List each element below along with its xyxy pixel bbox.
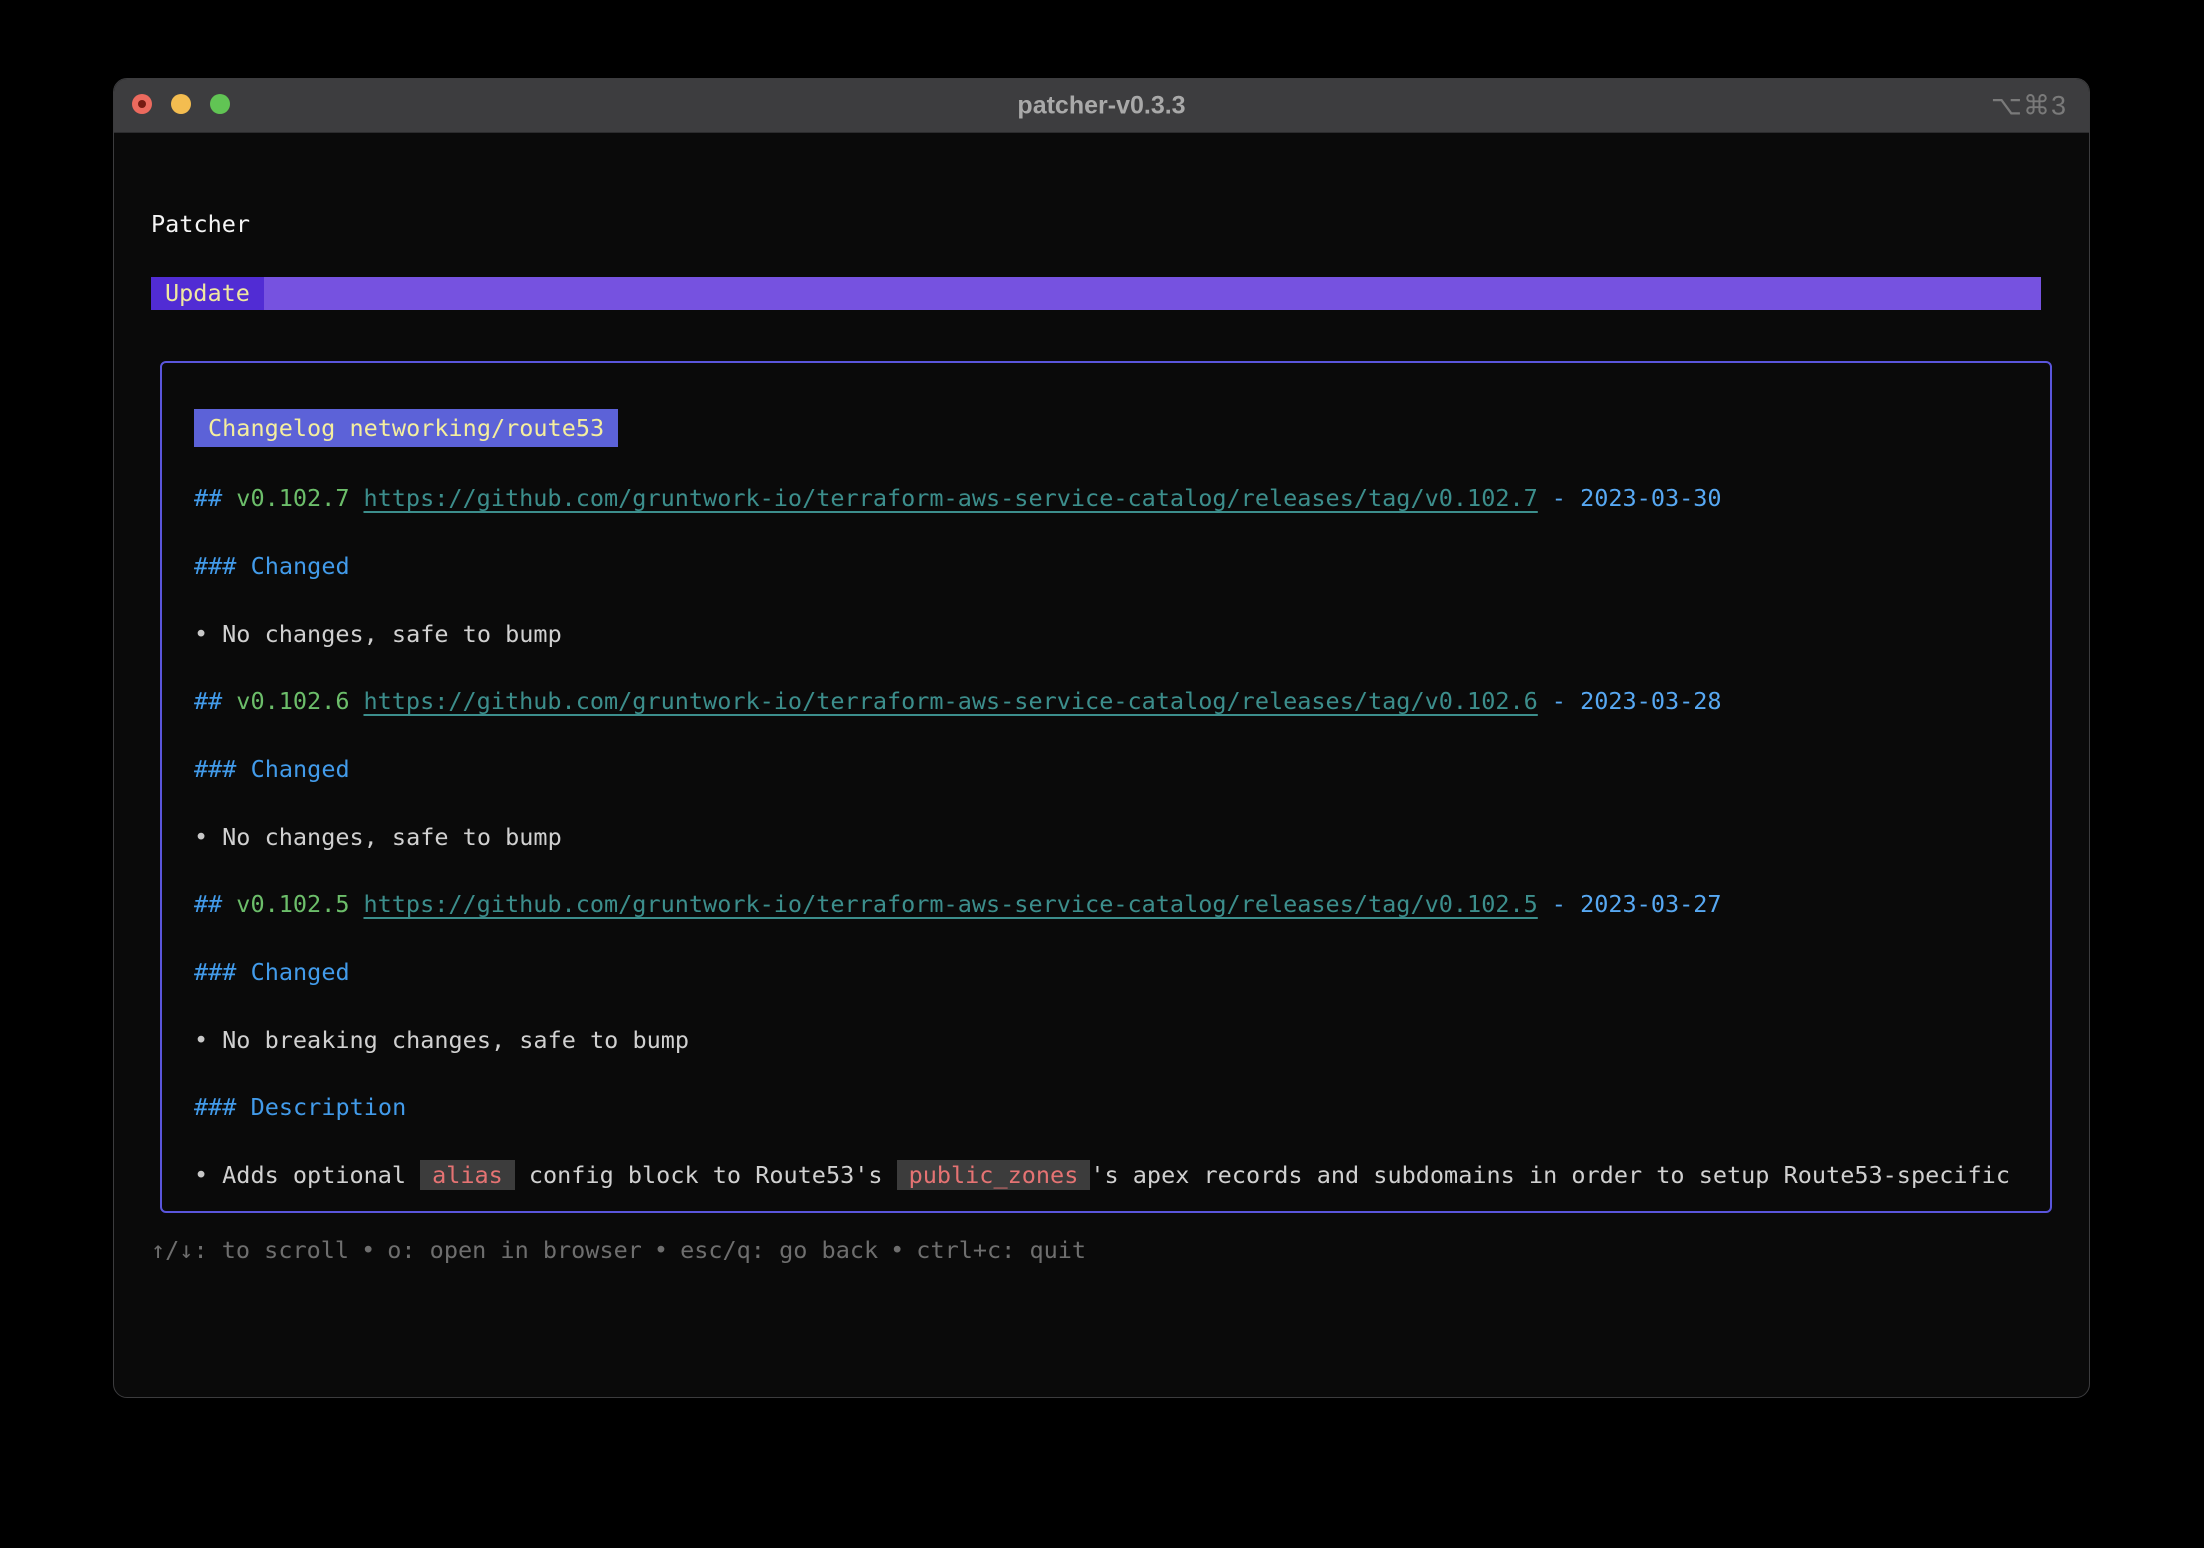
release-date: - 2023-03-28 [1552, 687, 1722, 715]
close-button[interactable] [132, 94, 152, 114]
tab-update[interactable]: Update [151, 277, 264, 310]
release-version: v0.102.7 [236, 484, 349, 512]
bullet-text: No changes, safe to bump [222, 823, 562, 851]
window-titlebar[interactable]: patcher-v0.3.3 ⌥⌘3 [114, 79, 2089, 133]
changelog-bullet: • No changes, safe to bump [194, 820, 562, 854]
unsaved-indicator-dot [138, 100, 146, 108]
desktop: { "window": { "title": "patcher-v0.3.3",… [0, 0, 2204, 1548]
release-version: v0.102.6 [236, 687, 349, 715]
help-bar: ↑/↓: to scroll • o: open in browser • esc/q:… [151, 1233, 1086, 1267]
tab-bar: Update [151, 277, 2041, 310]
bullet-icon: • [194, 620, 208, 648]
help-hint-scroll: ↑/↓: to scroll [151, 1236, 349, 1264]
help-hint-open: o: open in browser [387, 1236, 642, 1264]
inline-code: alias [420, 1160, 515, 1190]
bullet-icon: • [194, 823, 208, 851]
changelog-panel[interactable]: Changelog networking/route53 ## v0.102.7 h… [160, 361, 2052, 1213]
bullet-icon: • [194, 1161, 208, 1189]
section-heading: ### Description [194, 1090, 406, 1124]
bullet-text: No changes, safe to bump [222, 620, 562, 648]
release-date: - 2023-03-27 [1552, 890, 1722, 918]
minimize-button[interactable] [171, 94, 191, 114]
release-link[interactable]: https://github.com/gruntwork-io/terrafor… [363, 687, 1537, 715]
release-heading: ## v0.102.5 https://github.com/gruntwork-i… [194, 887, 1722, 921]
pane-shortcut-label: ⌥⌘3 [1991, 90, 2067, 121]
bullet-text: No breaking changes, safe to bump [222, 1026, 689, 1054]
changelog-bullet: • No changes, safe to bump [194, 617, 562, 651]
section-heading: ### Changed [194, 752, 350, 786]
help-hint-back: esc/q: go back [680, 1236, 878, 1264]
bullet-icon: • [194, 1026, 208, 1054]
h2-hashes: ## [194, 890, 222, 918]
bullet-text: Adds optional [222, 1161, 406, 1189]
changelog-bullet: • Adds optional alias config block to Route… [194, 1158, 2010, 1192]
app-window: patcher-v0.3.3 ⌥⌘3 Patcher Update Change… [113, 78, 2090, 1398]
h2-hashes: ## [194, 484, 222, 512]
separator-dot: • [890, 1236, 904, 1264]
release-version: v0.102.5 [236, 890, 349, 918]
release-heading: ## v0.102.7 https://github.com/gruntwork-i… [194, 481, 1722, 515]
section-heading: ### Changed [194, 955, 350, 989]
separator-dot: • [361, 1236, 375, 1264]
window-title: patcher-v0.3.3 [1017, 91, 1185, 120]
help-hint-quit: ctrl+c: quit [916, 1236, 1086, 1264]
release-link[interactable]: https://github.com/gruntwork-io/terrafor… [363, 484, 1537, 512]
bullet-text: 's apex records and subdomains in order … [1090, 1161, 2010, 1189]
changelog-title-badge: Changelog networking/route53 [194, 409, 618, 447]
changelog-bullet: • No breaking changes, safe to bump [194, 1023, 689, 1057]
zoom-button[interactable] [210, 94, 230, 114]
release-heading: ## v0.102.6 https://github.com/gruntwork-i… [194, 684, 1722, 718]
section-heading: ### Changed [194, 549, 350, 583]
bullet-text: config block to Route53's [529, 1161, 883, 1189]
h2-hashes: ## [194, 687, 222, 715]
release-link[interactable]: https://github.com/gruntwork-io/terrafor… [363, 890, 1537, 918]
inline-code: public_zones [897, 1160, 1091, 1190]
page-title: Patcher [151, 207, 250, 241]
separator-dot: • [654, 1236, 668, 1264]
release-date: - 2023-03-30 [1552, 484, 1722, 512]
